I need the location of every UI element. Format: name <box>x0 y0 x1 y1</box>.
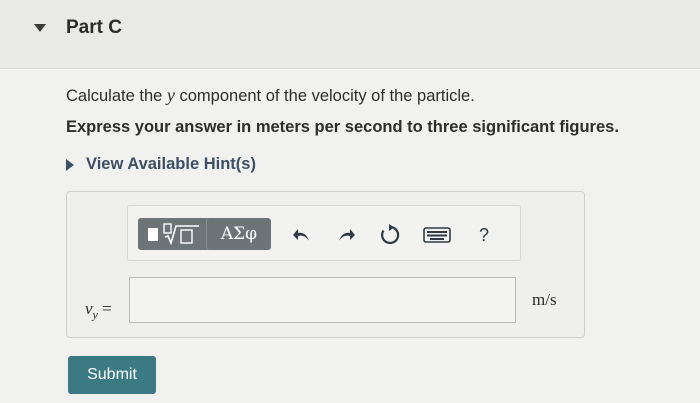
question-prefix: Calculate the <box>66 87 167 105</box>
part-title: Part C <box>66 17 122 38</box>
help-icon[interactable]: ? <box>470 224 498 246</box>
question-text: Calculate the y component of the velocit… <box>66 85 475 106</box>
variable-subscript: y <box>92 307 98 322</box>
template-square-icon <box>148 227 158 241</box>
question-suffix: component of the velocity of the particl… <box>174 87 475 105</box>
math-toolbar: ΑΣφ ? <box>127 205 521 261</box>
answer-variable-label: vy = <box>85 299 112 322</box>
part-header[interactable]: Part C <box>0 0 700 69</box>
collapse-caret-icon[interactable] <box>34 24 46 32</box>
submit-button[interactable]: Submit <box>68 356 156 394</box>
unit-label: m/s <box>532 290 557 309</box>
equals-sign: = <box>102 299 112 318</box>
question-variable: y <box>166 85 175 105</box>
reset-icon[interactable] <box>376 224 404 246</box>
hint-label: View Available Hint(s) <box>86 155 256 173</box>
math-templates-button[interactable] <box>138 218 210 250</box>
redo-icon[interactable] <box>332 224 360 246</box>
answer-input[interactable] <box>129 277 516 323</box>
expand-triangle-icon <box>66 158 74 171</box>
answer-box: ΑΣφ ? vy = m/s <box>66 191 585 338</box>
square-root-template-icon <box>163 223 199 245</box>
greek-label: ΑΣφ <box>220 224 258 244</box>
variable-letter: v <box>85 299 93 318</box>
undo-icon[interactable] <box>288 224 316 246</box>
keyboard-icon[interactable] <box>420 224 454 246</box>
answer-instruction: Express your answer in meters per second… <box>66 118 619 136</box>
view-hints-link[interactable]: View Available Hint(s) <box>66 155 256 174</box>
greek-symbols-button[interactable]: ΑΣφ <box>206 218 271 250</box>
